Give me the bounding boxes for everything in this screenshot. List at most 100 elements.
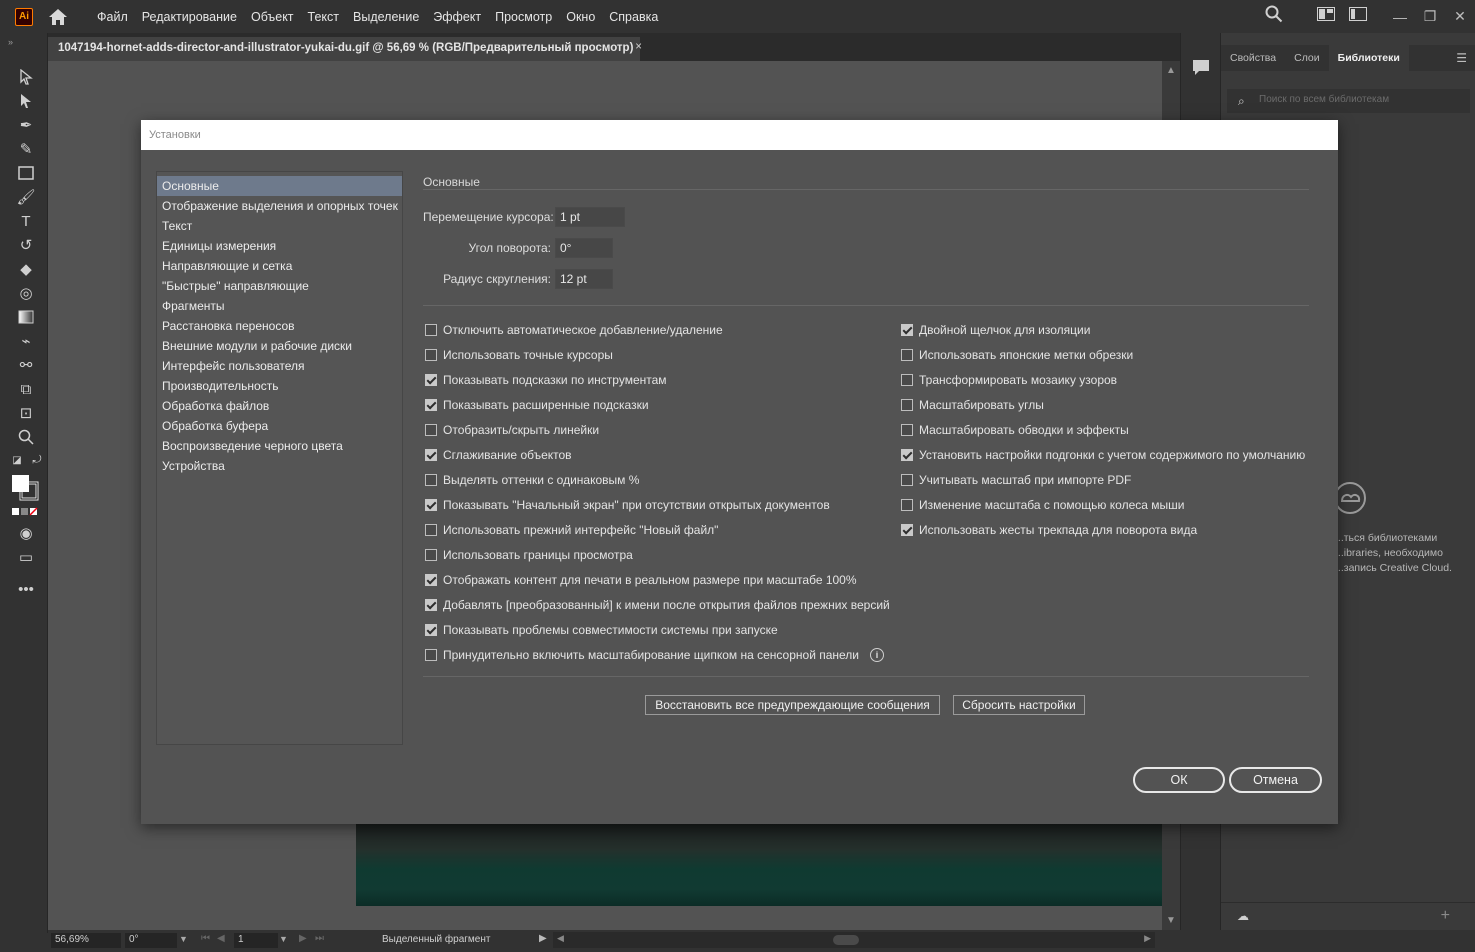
libraries-search-input[interactable]: ⌕ Поиск по всем библиотекам (1227, 89, 1470, 113)
selection-tool-icon[interactable] (16, 67, 36, 87)
rectangle-tool-icon[interactable] (16, 163, 36, 183)
nav-guides-grid[interactable]: Направляющие и сетка (157, 256, 402, 276)
document-tab[interactable]: 1047194-hornet-adds-director-and-illustr… (48, 37, 642, 61)
nav-type[interactable]: Текст (157, 216, 402, 236)
add-icon[interactable]: + (1441, 907, 1450, 925)
horizontal-scrollbar[interactable]: ◀ ▶ (553, 932, 1155, 948)
checkbox[interactable] (901, 374, 913, 386)
rotation-dropdown-icon[interactable]: ▼ (179, 934, 188, 944)
reset-warnings-button[interactable]: Восстановить все предупреждающие сообщен… (645, 695, 940, 715)
checkbox[interactable] (425, 599, 437, 611)
fill-stroke-icon[interactable] (10, 473, 40, 501)
left-option[interactable]: Показывать проблемы совместимости систем… (425, 623, 778, 637)
default-colors-icon[interactable]: ◪ (10, 453, 24, 467)
eraser-tool-icon[interactable]: ◆ (16, 259, 36, 279)
rotate-tool-icon[interactable]: ↺ (16, 235, 36, 255)
arrange-documents-icon[interactable] (1349, 7, 1367, 24)
right-option[interactable]: Учитывать масштаб при импорте PDF (901, 473, 1131, 487)
checkbox[interactable] (425, 374, 437, 386)
draw-mode-icon[interactable]: ◉ (16, 523, 36, 543)
eyedropper-tool-icon[interactable]: ⌁ (16, 331, 36, 351)
checkbox[interactable] (901, 474, 913, 486)
info-icon[interactable]: i (870, 648, 885, 662)
scroll-up-icon[interactable]: ▲ (1166, 65, 1176, 76)
last-artboard-icon[interactable]: ⏭ (315, 933, 324, 944)
left-option[interactable]: Использовать границы просмотра (425, 548, 633, 562)
nav-performance[interactable]: Производительность (157, 376, 402, 396)
swap-colors-icon[interactable]: ⤾ (30, 453, 44, 467)
checkbox[interactable] (425, 424, 437, 436)
first-artboard-icon[interactable]: ⏮ (201, 933, 210, 944)
nav-plugins-scratch-disks[interactable]: Внешние модули и рабочие диски (157, 336, 402, 356)
curvature-tool-icon[interactable]: ✎ (16, 139, 36, 159)
checkbox[interactable] (901, 349, 913, 361)
checkbox[interactable] (901, 449, 913, 461)
menu-effect[interactable]: Эффект (426, 10, 488, 24)
left-option[interactable]: Отобразить/скрыть линейки (425, 423, 599, 437)
nav-smart-guides[interactable]: "Быстрые" направляющие (157, 276, 402, 296)
close-tab-icon[interactable]: × (635, 41, 642, 53)
paintbrush-tool-icon[interactable]: 🖌 (16, 187, 36, 207)
right-option[interactable]: Использовать жесты трекпада для поворота… (901, 523, 1197, 537)
checkbox[interactable] (425, 474, 437, 486)
left-option[interactable]: Выделять оттенки с одинаковым % (425, 473, 639, 487)
warp-tool-icon[interactable]: ◎ (16, 283, 36, 303)
menu-help[interactable]: Справка (602, 10, 665, 24)
reset-preferences-button[interactable]: Сбросить настройки (953, 695, 1085, 715)
menu-view[interactable]: Просмотр (488, 10, 559, 24)
left-option[interactable]: Принудительно включить масштабирование щ… (425, 648, 885, 662)
nav-general[interactable]: Основные (157, 176, 402, 196)
collapse-icon[interactable]: » (8, 37, 13, 47)
ok-button[interactable]: ОК (1133, 767, 1225, 793)
tab-properties[interactable]: Свойства (1221, 45, 1285, 71)
pen-tool-icon[interactable]: ✒ (16, 115, 36, 135)
cloud-sync-icon[interactable]: ☁ (1237, 909, 1249, 923)
artboard-field[interactable]: 1 (234, 933, 278, 948)
artwork-image[interactable] (356, 824, 1162, 906)
menu-object[interactable]: Объект (244, 10, 301, 24)
workspace-switcher-icon[interactable] (1317, 7, 1335, 24)
corner-radius-input[interactable]: 12 pt (555, 269, 613, 289)
artboard-dropdown-icon[interactable]: ▼ (279, 934, 288, 944)
color-mode-icon[interactable] (12, 507, 40, 517)
checkbox[interactable] (425, 524, 437, 536)
more-tools-icon[interactable]: ••• (16, 579, 36, 599)
checkbox[interactable] (901, 399, 913, 411)
home-icon[interactable] (47, 7, 71, 27)
right-option[interactable]: Трансформировать мозаику узоров (901, 373, 1117, 387)
right-option[interactable]: Изменение масштаба с помощью колеса мыши (901, 498, 1184, 512)
right-option[interactable]: Масштабировать обводки и эффекты (901, 423, 1129, 437)
checkbox[interactable] (901, 324, 913, 336)
constrain-angle-input[interactable]: 0° (555, 238, 613, 258)
nav-clipboard-handling[interactable]: Обработка буфера (157, 416, 402, 436)
left-option[interactable]: Использовать точные курсоры (425, 348, 613, 362)
nav-selection-anchor-display[interactable]: Отображение выделения и опорных точек (157, 196, 402, 216)
scroll-right-icon[interactable]: ▶ (1144, 933, 1151, 944)
nav-hyphenation[interactable]: Расстановка переносов (157, 316, 402, 336)
checkbox[interactable] (425, 574, 437, 586)
right-option[interactable]: Двойной щелчок для изоляции (901, 323, 1090, 337)
nav-user-interface[interactable]: Интерфейс пользователя (157, 356, 402, 376)
menu-edit[interactable]: Редактирование (135, 10, 244, 24)
left-option[interactable]: Сглаживание объектов (425, 448, 572, 462)
left-option[interactable]: Добавлять [преобразованный] к имени посл… (425, 598, 890, 612)
cancel-button[interactable]: Отмена (1229, 767, 1322, 793)
nav-devices[interactable]: Устройства (157, 456, 402, 476)
nav-black-appearance[interactable]: Воспроизведение черного цвета (157, 436, 402, 456)
checkbox[interactable] (425, 324, 437, 336)
left-option[interactable]: Отключить автоматическое добавление/удал… (425, 323, 723, 337)
search-icon[interactable] (1265, 5, 1283, 26)
checkbox[interactable] (425, 649, 437, 661)
checkbox[interactable] (901, 424, 913, 436)
menu-file[interactable]: Файл (90, 10, 135, 24)
panel-menu-icon[interactable]: ☰ (1456, 51, 1467, 65)
checkbox[interactable] (425, 349, 437, 361)
artboard-tool-icon[interactable]: ⊡ (16, 403, 36, 423)
checkbox[interactable] (425, 499, 437, 511)
direct-selection-tool-icon[interactable] (16, 91, 36, 111)
scroll-down-icon[interactable]: ▼ (1166, 915, 1176, 926)
nav-units[interactable]: Единицы измерения (157, 236, 402, 256)
left-option[interactable]: Использовать прежний интерфейс "Новый фа… (425, 523, 718, 537)
blend-tool-icon[interactable]: ⚯ (16, 355, 36, 375)
gradient-tool-icon[interactable] (16, 307, 36, 327)
